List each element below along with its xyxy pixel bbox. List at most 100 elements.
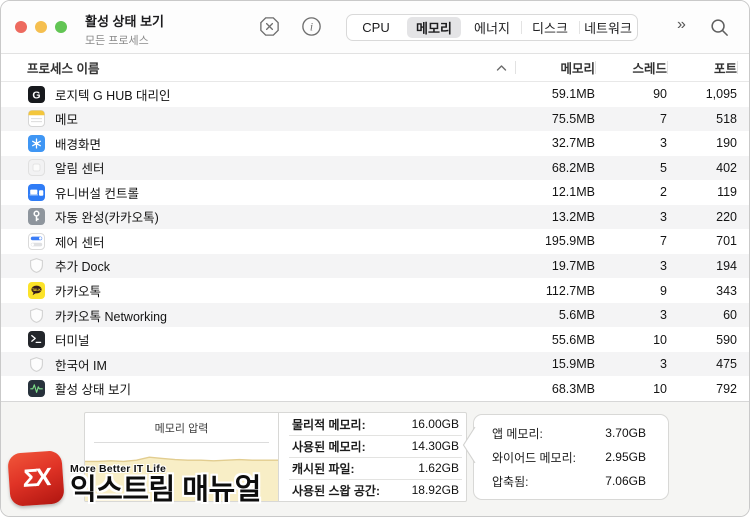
table-row[interactable]: 한국어 IM 15.9MB 3 475	[1, 351, 749, 377]
ports-value: 343	[716, 283, 737, 298]
threads-value: 9	[660, 283, 667, 298]
ports-value: 402	[716, 160, 737, 175]
memory-stats-list: 물리적 메모리: 16.00GB 사용된 메모리: 14.30GB 캐시된 파일…	[279, 413, 466, 501]
table-row[interactable]: 메모 75.5MB 7 518	[1, 106, 749, 132]
memory-value: 19.7MB	[551, 258, 595, 273]
memory-value: 12.1MB	[551, 185, 595, 200]
stat-value: 14.30GB	[411, 439, 459, 453]
window-title: 활성 상태 보기	[85, 14, 164, 29]
process-name-cell: 알림 센터	[1, 158, 515, 177]
process-name: 터미널	[55, 334, 90, 349]
tab[interactable]: 메모리	[405, 15, 463, 40]
process-name-cell: 자동 완성(카카오톡)	[1, 207, 515, 226]
table-row[interactable]: 자동 완성(카카오톡) 13.2MB 3 220	[1, 204, 749, 230]
threads-value: 3	[660, 308, 667, 323]
svg-text:i: i	[309, 22, 312, 34]
tab-label: 네트워크	[584, 21, 632, 36]
table-row[interactable]: 제어 센터 195.9MB 7 701	[1, 229, 749, 254]
column-header-threads[interactable]: 스레드	[595, 54, 667, 81]
process-name-cell: 배경화면	[1, 134, 515, 153]
column-label: 포트	[713, 62, 737, 76]
memory-value: 15.9MB	[551, 357, 595, 372]
terminal-icon	[28, 331, 45, 349]
quit-octagon-x-icon	[258, 15, 281, 43]
shield-icon	[28, 257, 45, 274]
activity-monitor-window: 활성 상태 보기 모든 프로세스 i CPU 메모리 에너지 디스크 네트워크	[0, 0, 750, 517]
kakaotalk-icon: TALK	[28, 282, 45, 300]
process-name-cell: 메모	[1, 109, 515, 128]
threads-value: 7	[660, 234, 667, 249]
ports-value: 119	[717, 185, 737, 200]
search-button[interactable]	[709, 17, 730, 43]
column-label: 메모리	[560, 62, 595, 76]
inspect-process-button[interactable]: i	[299, 17, 323, 41]
detail-value: 3.70GB	[605, 426, 646, 440]
process-name-cell: 한국어 IM	[1, 355, 515, 374]
process-name: 배경화면	[55, 137, 102, 152]
tab[interactable]: 네트워크	[579, 15, 637, 40]
tab-label: 메모리	[416, 21, 452, 36]
table-row[interactable]: 활성 상태 보기 68.3MB 10 792	[1, 376, 749, 401]
ports-value: 220	[716, 209, 737, 224]
toolbar-overflow-button[interactable]: »	[677, 16, 686, 34]
table-row[interactable]: 배경화면 32.7MB 3 190	[1, 131, 749, 156]
zoom-window-button[interactable]	[55, 21, 67, 33]
process-name: 유니버설 컨트롤	[55, 186, 139, 201]
tab[interactable]: CPU	[347, 15, 405, 40]
tab[interactable]: 디스크	[521, 15, 579, 40]
column-header-process-name[interactable]: 프로세스 이름	[1, 54, 515, 81]
search-icon	[709, 19, 730, 42]
activity-monitor-icon	[28, 380, 45, 398]
column-header-ports[interactable]: 포트	[667, 54, 737, 81]
process-name-cell: 터미널	[1, 330, 515, 349]
memory-value: 68.2MB	[551, 160, 595, 175]
close-window-button[interactable]	[15, 21, 27, 33]
memory-value: 75.5MB	[551, 111, 595, 126]
minimize-window-button[interactable]	[35, 21, 47, 33]
tab-label: 디스크	[532, 21, 568, 36]
memory-value: 55.6MB	[551, 332, 595, 347]
column-header-memory[interactable]: 메모리	[515, 54, 595, 81]
memory-value: 13.2MB	[551, 209, 595, 224]
memory-pressure-title: 메모리 압력	[154, 423, 209, 435]
detail-value: 2.95GB	[605, 450, 646, 464]
tab[interactable]: 에너지	[463, 15, 521, 40]
stat-label: 사용된 스왑 공간:	[292, 483, 380, 498]
process-name-cell: G 로지텍 G HUB 대리인	[1, 85, 515, 104]
table-row[interactable]: G 로지텍 G HUB 대리인 59.1MB 90 1,095	[1, 82, 749, 107]
table-row[interactable]: 카카오톡 Networking 5.6MB 3 60	[1, 302, 749, 328]
table-row[interactable]: TALK 카카오톡 112.7MB 9 343	[1, 278, 749, 303]
ports-value: 701	[716, 234, 737, 249]
process-name: 로지텍 G HUB 대리인	[55, 88, 171, 103]
ports-value: 1,095	[705, 87, 737, 102]
process-name: 알림 센터	[55, 162, 105, 177]
wallpaper-icon	[28, 134, 45, 152]
detail-label: 와이어드 메모리:	[492, 450, 576, 465]
control-center-icon	[28, 232, 45, 250]
threads-value: 10	[653, 381, 667, 396]
window-subtitle: 모든 프로세스	[85, 35, 149, 47]
process-name-cell: 제어 센터	[1, 232, 515, 251]
table-row[interactable]: 알림 센터 68.2MB 5 402	[1, 155, 749, 181]
svg-text:TALK: TALK	[32, 288, 41, 292]
memory-stat-row: 물리적 메모리: 16.00GB	[279, 413, 466, 435]
table-row[interactable]: 터미널 55.6MB 10 590	[1, 327, 749, 352]
threads-value: 3	[660, 136, 667, 151]
stat-value: 16.00GB	[411, 417, 459, 431]
universal-control-icon	[28, 183, 45, 201]
notes-icon	[28, 110, 45, 128]
process-name: 활성 상태 보기	[55, 383, 131, 398]
process-name-cell: TALK 카카오톡	[1, 281, 515, 300]
quit-process-button[interactable]	[257, 17, 281, 41]
memory-detail-row: 와이어드 메모리: 2.95GB	[474, 445, 668, 469]
stat-value: 1.62GB	[418, 461, 459, 475]
titlebar: 활성 상태 보기 모든 프로세스 i CPU 메모리 에너지 디스크 네트워크	[1, 1, 749, 54]
table-row[interactable]: 추가 Dock 19.7MB 3 194	[1, 253, 749, 279]
threads-value: 3	[660, 209, 667, 224]
threads-value: 5	[660, 160, 667, 175]
stat-label: 사용된 메모리:	[292, 439, 366, 454]
table-row[interactable]: 유니버설 컨트롤 12.1MB 2 119	[1, 180, 749, 205]
memory-pressure-chart	[85, 456, 278, 501]
memory-value: 59.1MB	[551, 87, 595, 102]
svg-text:G: G	[32, 89, 40, 101]
